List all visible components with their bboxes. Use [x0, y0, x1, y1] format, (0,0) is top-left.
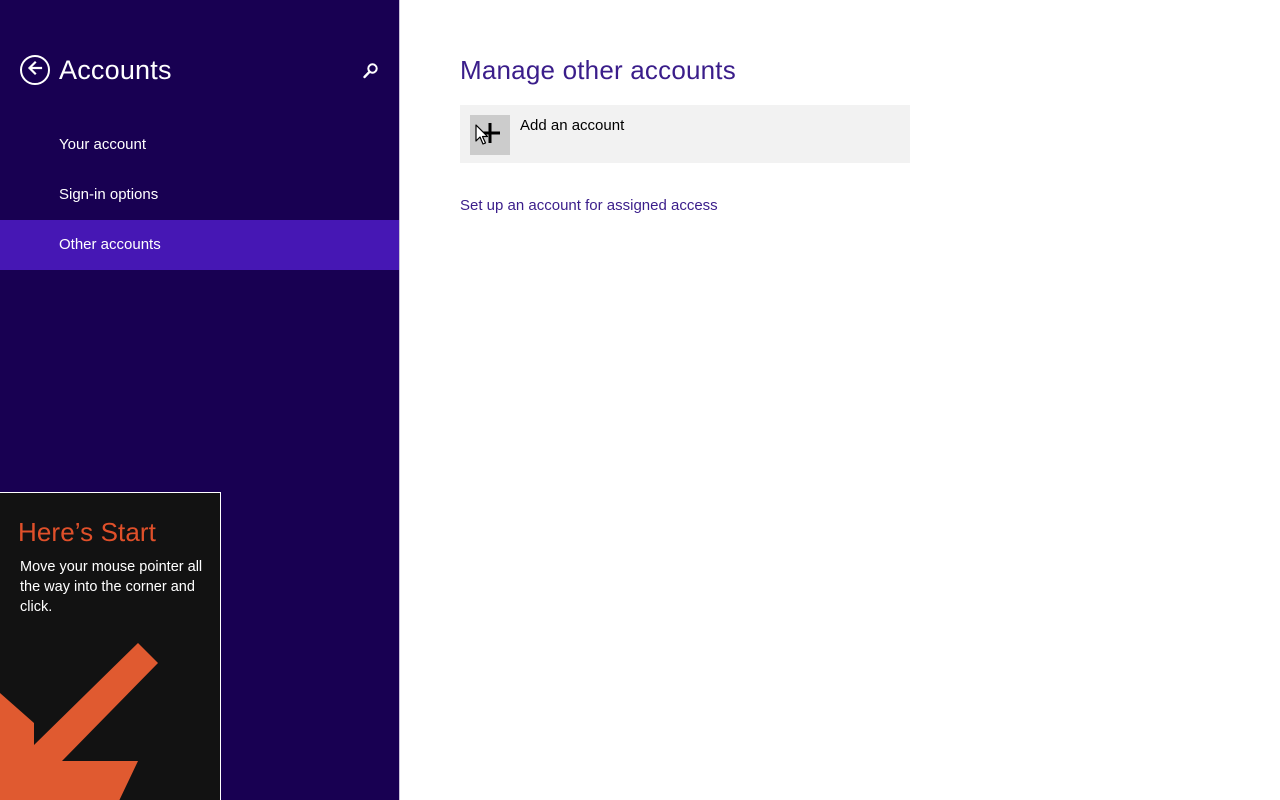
back-button[interactable]: [20, 55, 50, 85]
sidebar-header: Accounts: [20, 54, 172, 86]
search-button[interactable]: [362, 62, 380, 80]
search-icon: [362, 63, 380, 84]
page-title: Accounts: [59, 55, 172, 85]
sidebar-item-other-accounts[interactable]: Other accounts: [0, 220, 399, 270]
assigned-access-link[interactable]: Set up an account for assigned access: [460, 197, 718, 214]
start-tip-body: Move your mouse pointer all the way into…: [20, 559, 203, 615]
back-arrow-icon: [26, 59, 44, 82]
start-tip-title: Here’s Start: [18, 517, 156, 547]
sidebar-item-label: Your account: [59, 136, 147, 153]
arrow-down-left-icon: [0, 643, 160, 800]
start-tip-panel: Here’s Start Move your mouse pointer all…: [0, 492, 221, 800]
add-account-label: Add an account: [520, 117, 625, 134]
settings-window: Accounts Your account Sign-in options Ot…: [0, 0, 1280, 800]
sidebar: Accounts Your account Sign-in options Ot…: [0, 0, 399, 800]
sidebar-divider: [399, 0, 400, 800]
sidebar-item-label: Other accounts: [59, 236, 161, 253]
sidebar-item-sign-in-options[interactable]: Sign-in options: [0, 170, 399, 220]
sidebar-item-label: Sign-in options: [59, 186, 159, 203]
mouse-cursor-icon: [475, 124, 489, 151]
main-title: Manage other accounts: [460, 55, 736, 85]
add-account-button[interactable]: Add an account: [460, 105, 910, 163]
sidebar-nav: Your account Sign-in options Other accou…: [0, 120, 399, 270]
sidebar-item-your-account[interactable]: Your account: [0, 120, 399, 170]
